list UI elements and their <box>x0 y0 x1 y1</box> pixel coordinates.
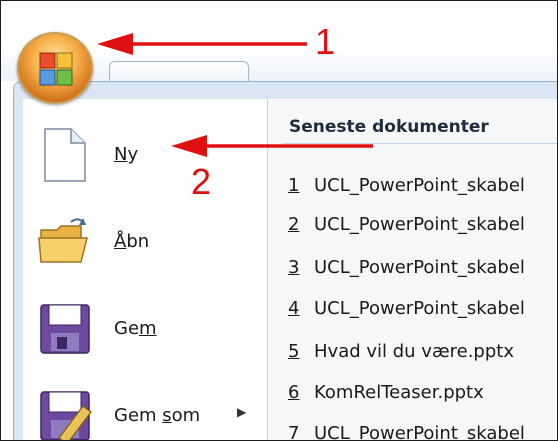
annotation-step-1: 1 <box>315 21 336 62</box>
annotation-arrow-1 <box>97 33 307 55</box>
annotation-step-2: 2 <box>191 161 212 202</box>
annotation-arrow-2 <box>171 135 373 157</box>
annotation-arrows <box>97 33 373 157</box>
application-frame: Ny Åbn Gem Gem som ▶ Seneste dokumenter <box>0 0 558 441</box>
